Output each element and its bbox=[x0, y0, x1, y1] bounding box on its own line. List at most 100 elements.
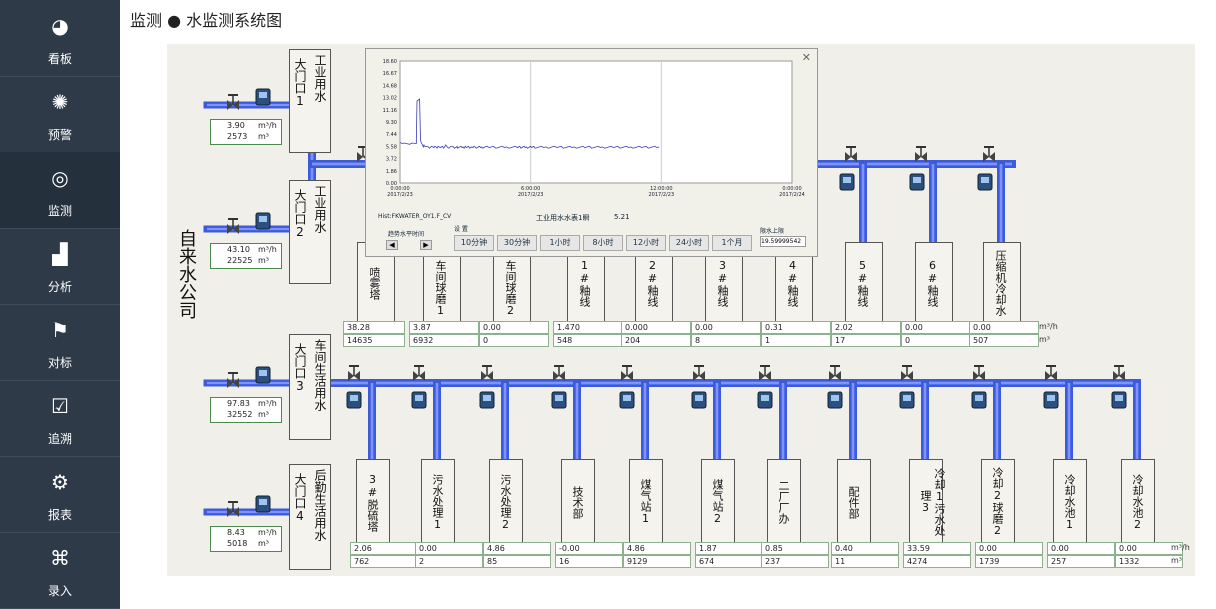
flowmeter-icon bbox=[1043, 391, 1059, 409]
x-tick-date: 2017/2/23 bbox=[518, 192, 544, 198]
time-range-button-2[interactable]: 1小时 bbox=[540, 235, 580, 251]
scroll-left-button[interactable]: ◀ bbox=[386, 240, 398, 250]
trend-popup[interactable]: ✕ 18.60 16.67 14.68 13.02 11.16 9.30 7.44 5.58 3… bbox=[365, 48, 818, 257]
bottom-branch-box[interactable]: 3#脱硫塔 bbox=[356, 459, 390, 543]
flowmeter-icon bbox=[1111, 391, 1127, 409]
flag-icon: ⚑ bbox=[51, 318, 69, 342]
sidebar: ◕ 看板 ✺ 预警 ◎ 监测 ▟ 分析 ⚑ 对标 ☑ 追溯 ⚙ 报表 ⌘ 录入 bbox=[0, 0, 120, 609]
bottom-branch-box[interactable]: 二厂厂办 bbox=[767, 459, 801, 543]
popup-meter-value: 5.21 bbox=[614, 213, 630, 221]
gate-rate-unit: m³/h bbox=[258, 121, 277, 130]
bottom-branch-box[interactable]: 冷却1污水处理3 bbox=[909, 459, 946, 543]
bottom-branch-box[interactable]: 配件部 bbox=[837, 459, 871, 543]
nav-item-7[interactable]: ⌘ 录入 bbox=[0, 532, 120, 609]
gate-box-4[interactable]: 大门口4 后勤生活用水 bbox=[289, 464, 331, 570]
flowmeter-icon bbox=[691, 391, 707, 409]
bottom-branch-box[interactable]: 冷却2球磨2 bbox=[981, 459, 1015, 543]
bottom-rate-unit: m³/h bbox=[1171, 543, 1190, 552]
popup-meter-name: 工业用水水表1瞬 bbox=[536, 214, 590, 222]
y-tick-label: 18.60 bbox=[383, 59, 397, 65]
top-branch-box[interactable]: 5#釉线 bbox=[845, 242, 883, 322]
bottom-branch-box[interactable]: 技术部 bbox=[561, 459, 595, 543]
valve-icon bbox=[901, 365, 913, 381]
time-range-button-0[interactable]: 10分钟 bbox=[454, 235, 494, 251]
water-source-label: 自来水公司 bbox=[176, 229, 197, 319]
time-range-button-4[interactable]: 12小时 bbox=[626, 235, 666, 251]
gate-usage: 工业用水 bbox=[313, 54, 327, 102]
bottom-branch-name: 煤气站2 bbox=[711, 479, 724, 525]
gate-meter-readout: 3.90 m³/h 2573 m³ bbox=[210, 119, 282, 145]
plot-area bbox=[399, 60, 793, 184]
bottom-branch-box[interactable]: 污水处理1 bbox=[421, 459, 455, 543]
nav-item-6[interactable]: ⚙ 报表 bbox=[0, 456, 120, 533]
time-range-button-1[interactable]: 30分钟 bbox=[497, 235, 537, 251]
nav-item-2[interactable]: ◎ 监测 bbox=[0, 152, 120, 229]
bottom-branch-name: 冷却水池2 bbox=[1131, 473, 1144, 531]
valve-icon bbox=[1045, 365, 1057, 381]
checklist-icon: ☑ bbox=[51, 394, 69, 418]
bottom-branch-rate: 2.06 bbox=[350, 542, 418, 555]
bottom-branch-box[interactable]: 冷却水池1 bbox=[1053, 459, 1087, 543]
bottom-branch-total: 1739 bbox=[975, 555, 1043, 568]
bottom-branch-name: 污水处理1 bbox=[431, 473, 444, 531]
bottom-branch-rate: 0.00 bbox=[415, 542, 483, 555]
nav-item-5[interactable]: ☑ 追溯 bbox=[0, 380, 120, 457]
nav-item-4[interactable]: ⚑ 对标 bbox=[0, 304, 120, 381]
bottom-total-unit: m³ bbox=[1171, 556, 1182, 565]
top-rate-unit: m³/h bbox=[1039, 322, 1058, 331]
valve-icon bbox=[621, 365, 633, 381]
bottom-branch-rate: 0.00 bbox=[1047, 542, 1115, 555]
top-branch-name: 压缩机冷却水 bbox=[994, 250, 1007, 316]
bottom-branch-total: 11 bbox=[831, 555, 899, 568]
time-range-button-6[interactable]: 1个月 bbox=[712, 235, 752, 251]
bottom-branch-box[interactable]: 污水处理2 bbox=[489, 459, 523, 543]
time-range-button-5[interactable]: 24小时 bbox=[669, 235, 709, 251]
top-branch-rate: 38.28 bbox=[343, 321, 405, 334]
top-branch-name: 1#釉线 bbox=[578, 259, 591, 307]
y-tick-label: 3.72 bbox=[386, 157, 397, 163]
nav-item-0[interactable]: ◕ 看板 bbox=[0, 0, 120, 77]
valve-icon bbox=[915, 146, 927, 162]
top-branch-name: 3#釉线 bbox=[716, 259, 729, 307]
gate-box-2[interactable]: 大门口2 工业用水 bbox=[289, 180, 331, 284]
bottom-branch-box[interactable]: 冷却水池2 bbox=[1121, 459, 1155, 543]
command-icon: ⌘ bbox=[50, 546, 70, 570]
gate-total-unit: m³ bbox=[258, 132, 269, 141]
bottom-branch-name: 3#脱硫塔 bbox=[366, 472, 379, 532]
bottom-branch-rate: 4.86 bbox=[483, 542, 551, 555]
gate-box-3[interactable]: 大门口3 车间生活用水 bbox=[289, 334, 331, 440]
gate-box-1[interactable]: 大门口1 工业用水 bbox=[289, 49, 331, 153]
nav-item-1[interactable]: ✺ 预警 bbox=[0, 76, 120, 153]
y-tick-label: 13.02 bbox=[383, 96, 397, 102]
bottom-branch-rate: 33.59 bbox=[903, 542, 971, 555]
top-branch-box[interactable]: 压缩机冷却水 bbox=[983, 242, 1021, 322]
top-branch-box[interactable]: 6#釉线 bbox=[915, 242, 953, 322]
bottom-branch-rate: 4.86 bbox=[623, 542, 691, 555]
valve-icon bbox=[759, 365, 771, 381]
top-branch-total: 507 bbox=[969, 334, 1039, 347]
limit-label: 限水上限 bbox=[760, 228, 785, 235]
top-branch-rate: 2.02 bbox=[831, 321, 901, 334]
bottom-branch-total: 2 bbox=[415, 555, 483, 568]
gate-rate-value: 43.10 bbox=[227, 245, 250, 254]
valve-icon bbox=[845, 146, 857, 162]
gate-total-unit: m³ bbox=[258, 539, 269, 548]
bottom-branch-total: 85 bbox=[483, 555, 551, 568]
scroll-right-button[interactable]: ▶ bbox=[420, 240, 432, 250]
nav-item-3[interactable]: ▟ 分析 bbox=[0, 228, 120, 305]
top-branch-total: 6932 bbox=[409, 334, 479, 347]
flowmeter-icon bbox=[255, 495, 271, 513]
top-branch-total: 0 bbox=[901, 334, 971, 347]
gate-meter-readout: 43.10 m³/h 22525 m³ bbox=[210, 243, 282, 269]
limit-value-field[interactable]: 19.59999542 bbox=[760, 236, 806, 247]
time-range-button-3[interactable]: 8小时 bbox=[583, 235, 623, 251]
top-branch-total: 14635 bbox=[343, 334, 405, 347]
y-tick-label: 16.67 bbox=[383, 71, 397, 77]
bottom-branch-box[interactable]: 煤气站2 bbox=[701, 459, 735, 543]
gate-rate-unit: m³/h bbox=[258, 399, 277, 408]
nav-label: 追溯 bbox=[47, 432, 72, 446]
top-branch-name: 5#釉线 bbox=[856, 259, 869, 307]
y-tick-label: 1.86 bbox=[386, 169, 397, 175]
bottom-branch-total: 674 bbox=[695, 555, 763, 568]
bottom-branch-box[interactable]: 煤气站1 bbox=[629, 459, 663, 543]
